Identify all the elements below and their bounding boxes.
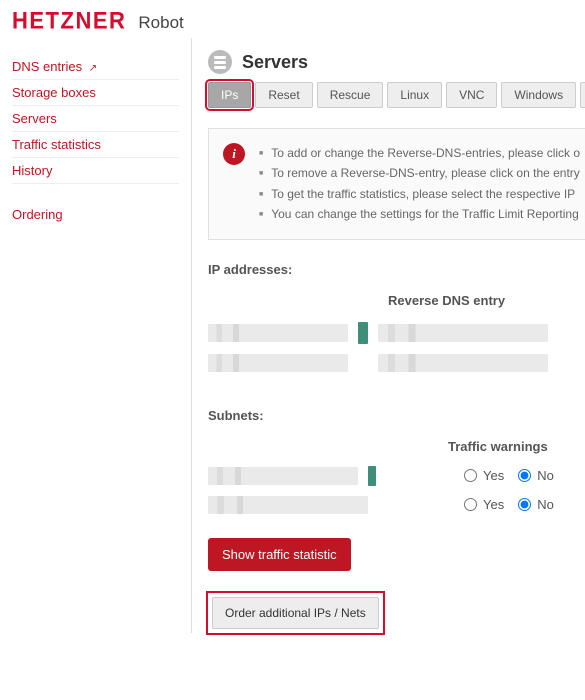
page-title-row: Servers [208, 50, 585, 74]
radio-no[interactable] [518, 498, 531, 511]
rdns-entry-obscured [378, 324, 548, 342]
sidebar-item-history[interactable]: History [12, 158, 179, 184]
radio-no-label: No [537, 468, 554, 483]
show-traffic-button[interactable]: Show traffic statistic [208, 538, 351, 571]
logo: HETZNER [12, 7, 126, 36]
info-list: To add or change the Reverse-DNS-entries… [259, 143, 580, 225]
radio-yes-label: Yes [483, 497, 504, 512]
sidebar-item-storage[interactable]: Storage boxes [12, 80, 179, 106]
main: Servers IPs Reset Rescue Linux VNC Windo… [192, 38, 585, 633]
tab-cpan[interactable]: cPan [580, 82, 585, 108]
header: HETZNER Robot [0, 0, 585, 38]
rdns-entry-obscured [378, 354, 548, 372]
subnets-section: Subnets: Traffic warnings Yes No [208, 408, 585, 514]
info-icon: i [223, 143, 245, 165]
nav-primary: DNS entries Storage boxes Servers Traffi… [12, 54, 179, 184]
subnet-row: Yes No [208, 466, 585, 486]
ip-addresses-section: IP addresses: Reverse DNS entry [208, 262, 585, 372]
tabs: IPs Reset Rescue Linux VNC Windows cPan [208, 82, 585, 108]
column-header-rdns: Reverse DNS entry [388, 293, 585, 308]
info-item: To add or change the Reverse-DNS-entries… [259, 143, 580, 163]
status-icon [368, 466, 376, 486]
sidebar-item-dns[interactable]: DNS entries [12, 54, 179, 80]
info-item: To get the traffic statistics, please se… [259, 184, 580, 204]
order-ips-button[interactable]: Order additional IPs / Nets [212, 597, 379, 629]
tab-vnc[interactable]: VNC [446, 82, 497, 108]
subnet-row: Yes No [208, 496, 585, 514]
tab-reset[interactable]: Reset [255, 82, 312, 108]
ip-address-obscured [208, 324, 348, 342]
ip-row[interactable] [208, 322, 585, 344]
tab-linux[interactable]: Linux [387, 82, 442, 108]
ip-address-obscured [208, 354, 348, 372]
traffic-warning-radios: Yes No [458, 497, 558, 512]
radio-no[interactable] [518, 469, 531, 482]
info-item: You can change the settings for the Traf… [259, 204, 580, 224]
sidebar-item-ordering[interactable]: Ordering [12, 202, 179, 227]
sidebar: DNS entries Storage boxes Servers Traffi… [0, 38, 192, 633]
tab-ips[interactable]: IPs [208, 82, 251, 108]
radio-yes[interactable] [464, 498, 477, 511]
subnet-obscured [208, 496, 368, 514]
subnet-obscured [208, 467, 358, 485]
status-icon [358, 322, 368, 344]
sidebar-item-traffic[interactable]: Traffic statistics [12, 132, 179, 158]
servers-icon [208, 50, 232, 74]
nav-secondary: Ordering [12, 202, 179, 227]
order-highlight: Order additional IPs / Nets [208, 593, 383, 633]
info-box: i To add or change the Reverse-DNS-entri… [208, 128, 585, 240]
info-item: To remove a Reverse-DNS-entry, please cl… [259, 163, 580, 183]
radio-yes-label: Yes [483, 468, 504, 483]
column-header-traffic: Traffic warnings [448, 439, 548, 454]
sidebar-item-servers[interactable]: Servers [12, 106, 179, 132]
page-title: Servers [242, 52, 308, 73]
traffic-warning-radios: Yes No [458, 468, 558, 483]
tab-windows[interactable]: Windows [501, 82, 576, 108]
section-label-subnets: Subnets: [208, 408, 585, 423]
app-name: Robot [138, 13, 183, 33]
sidebar-item-label: DNS entries [12, 59, 82, 74]
tab-rescue[interactable]: Rescue [317, 82, 384, 108]
radio-no-label: No [537, 497, 554, 512]
radio-yes[interactable] [464, 469, 477, 482]
ip-row[interactable] [208, 354, 585, 372]
external-link-icon [89, 59, 99, 69]
section-label-ip: IP addresses: [208, 262, 585, 277]
